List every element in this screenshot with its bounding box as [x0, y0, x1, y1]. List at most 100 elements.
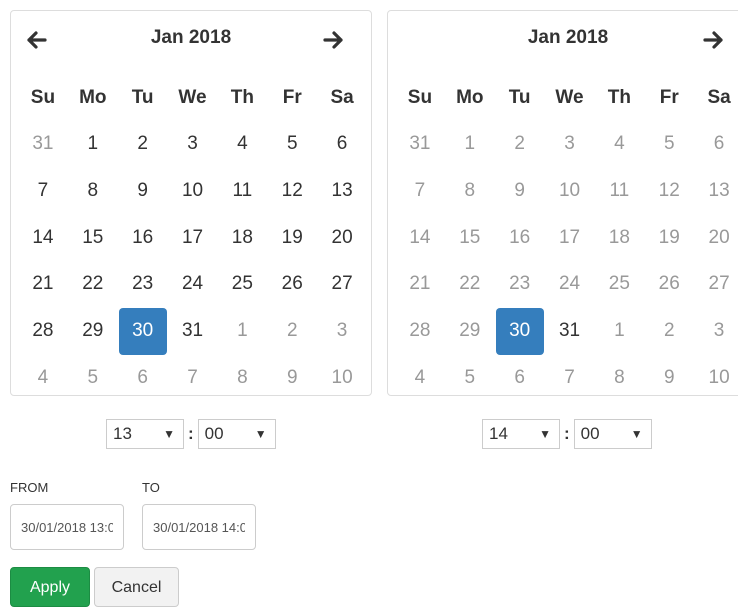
- day-cell[interactable]: 17: [169, 215, 217, 262]
- day-cell[interactable]: 10: [318, 355, 366, 402]
- hour-value: 13: [113, 424, 132, 443]
- day-cell[interactable]: 5: [446, 355, 494, 402]
- day-cell: 1: [464, 133, 476, 154]
- day-cell[interactable]: 13: [318, 168, 366, 215]
- day-cell[interactable]: 25: [218, 261, 266, 308]
- day-cell[interactable]: 4: [218, 121, 266, 168]
- from-label: FROM: [10, 480, 49, 495]
- day-cell-selected[interactable]: 30: [118, 308, 167, 355]
- day-cell[interactable]: 23: [119, 261, 167, 308]
- day-cell[interactable]: 5: [69, 355, 117, 402]
- day-cell[interactable]: 10: [695, 355, 738, 402]
- weekday-header-row: Su Mo Tu We Th Fr Sa: [18, 75, 367, 121]
- caret-down-icon: ▼: [163, 427, 175, 441]
- day-cell[interactable]: 11: [218, 168, 266, 215]
- weekday-header-row: Su Mo Tu We Th Fr Sa: [395, 75, 738, 121]
- day-cell[interactable]: 2: [645, 308, 693, 355]
- day-cell: 22: [459, 273, 481, 295]
- day-cell[interactable]: 28: [19, 308, 67, 355]
- day-cell: 25: [608, 273, 630, 295]
- next-month-button-right[interactable]: [703, 29, 733, 57]
- day-cell: 27: [708, 273, 730, 295]
- minute-value: 00: [204, 424, 224, 443]
- weekday-label: Su: [30, 87, 56, 108]
- day-cell[interactable]: 3: [318, 308, 366, 355]
- day-cell[interactable]: 27: [318, 261, 366, 308]
- start-hour-select[interactable]: 13 ▼: [106, 419, 184, 449]
- day-cell: 19: [658, 226, 680, 248]
- weekday-label: Th: [607, 87, 631, 108]
- day-cell[interactable]: 20: [318, 215, 366, 262]
- day-cell[interactable]: 9: [119, 168, 167, 215]
- day-cell[interactable]: 8: [218, 355, 266, 402]
- day-cell[interactable]: 9: [268, 355, 316, 402]
- day-cell[interactable]: 29: [69, 308, 117, 355]
- day-cell: 14: [409, 226, 431, 248]
- day-cell[interactable]: 6: [119, 355, 167, 402]
- day-cell: 10: [558, 179, 581, 201]
- day-cell[interactable]: 31: [546, 308, 594, 355]
- next-month-button[interactable]: [323, 29, 353, 57]
- weekday-label: We: [555, 87, 584, 108]
- day-cell[interactable]: 3: [169, 121, 217, 168]
- day-cell[interactable]: 7: [19, 168, 67, 215]
- day-cell[interactable]: 4: [19, 355, 67, 402]
- weekday-label: Mo: [456, 87, 484, 108]
- day-cell[interactable]: 2: [119, 121, 167, 168]
- day-cell: 28: [409, 320, 431, 342]
- day-cell: 29: [459, 320, 481, 342]
- caret-down-icon: ▼: [254, 427, 267, 441]
- day-cell: 7: [414, 179, 426, 201]
- day-cell[interactable]: 26: [268, 261, 316, 308]
- day-cell[interactable]: 19: [268, 215, 316, 262]
- day-cell[interactable]: 12: [268, 168, 316, 215]
- day-cell: 18: [608, 226, 630, 248]
- weekday-label: Su: [407, 87, 433, 108]
- minute-value: 00: [580, 424, 600, 443]
- to-date-input[interactable]: [142, 504, 256, 550]
- day-cell[interactable]: 10: [169, 168, 217, 215]
- apply-button[interactable]: Apply: [10, 567, 90, 607]
- day-cell: 8: [464, 179, 476, 201]
- day-cell[interactable]: 8: [595, 355, 643, 402]
- day-cell[interactable]: 1: [595, 308, 643, 355]
- day-cell[interactable]: 7: [546, 355, 594, 402]
- day-cell[interactable]: 4: [396, 355, 444, 402]
- day-cell: 11: [609, 179, 630, 201]
- day-cell[interactable]: 2: [268, 308, 316, 355]
- end-minute-select[interactable]: 00 ▼: [573, 419, 652, 449]
- day-cell[interactable]: 6: [318, 121, 366, 168]
- day-cell: 17: [558, 226, 581, 248]
- day-cell[interactable]: 9: [645, 355, 693, 402]
- day-cell: 21: [409, 273, 431, 295]
- to-label: TO: [142, 480, 160, 495]
- day-cell[interactable]: 21: [19, 261, 67, 308]
- day-cell-selected[interactable]: 30: [495, 308, 544, 355]
- day-cell[interactable]: 22: [69, 261, 117, 308]
- start-minute-select[interactable]: 00 ▼: [197, 419, 276, 449]
- day-grid-right: 31 1 2 3 4 5 6 7 8 9 10 11 12 13 14 15 16 17 18 19 20 21 22 23 2…: [395, 121, 738, 402]
- day-cell: 4: [614, 133, 625, 154]
- day-cell[interactable]: 16: [119, 215, 167, 262]
- day-cell[interactable]: 24: [169, 261, 217, 308]
- end-time-picker: 14 ▼ : 00 ▼: [482, 418, 652, 450]
- day-cell[interactable]: 6: [496, 355, 544, 402]
- day-cell[interactable]: 31: [169, 308, 217, 355]
- day-cell[interactable]: 31: [19, 121, 67, 168]
- weekday-label: Sa: [707, 87, 731, 108]
- cancel-button[interactable]: Cancel: [94, 567, 179, 607]
- day-cell[interactable]: 1: [69, 121, 117, 168]
- day-cell[interactable]: 7: [169, 355, 217, 402]
- day-cell[interactable]: 18: [218, 215, 266, 262]
- end-hour-select[interactable]: 14 ▼: [482, 419, 560, 449]
- from-date-input[interactable]: [10, 504, 124, 550]
- day-cell[interactable]: 3: [695, 308, 738, 355]
- day-cell[interactable]: 1: [218, 308, 266, 355]
- calendar-left: Jan 2018 Su Mo Tu We Th Fr Sa 31 1 2 3 4 5 6 7 8…: [10, 10, 372, 396]
- day-cell[interactable]: 8: [69, 168, 117, 215]
- day-cell[interactable]: 14: [19, 215, 67, 262]
- day-cell[interactable]: 31: [396, 121, 444, 168]
- day-cell[interactable]: 15: [69, 215, 117, 262]
- day-cell[interactable]: 5: [268, 121, 316, 168]
- start-time-picker: 13 ▼ : 00 ▼: [106, 418, 276, 450]
